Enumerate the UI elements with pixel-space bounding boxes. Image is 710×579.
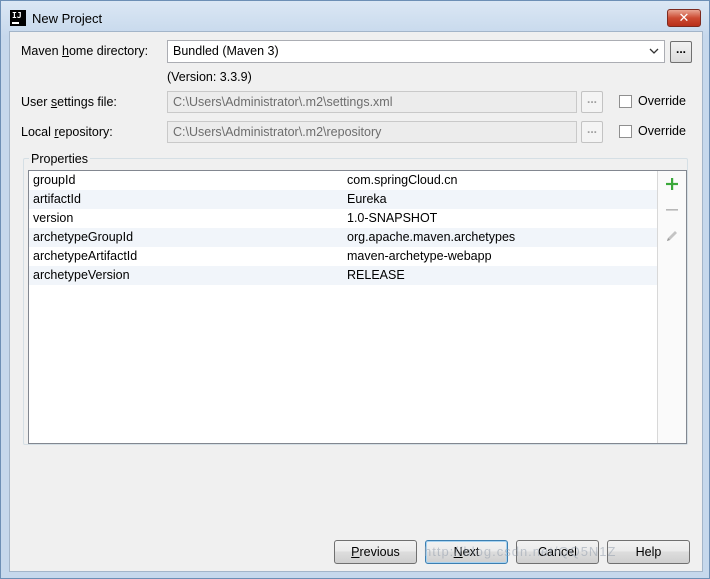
user-settings-browse-button[interactable]: ... (581, 91, 603, 113)
property-key: archetypeVersion (33, 268, 130, 282)
minus-icon[interactable] (664, 202, 680, 218)
property-value: org.apache.maven.archetypes (347, 230, 516, 244)
table-row[interactable]: archetypeArtifactId maven-archetype-weba… (29, 247, 657, 266)
watermark: http://blog.csdn.net/QQ5N1Z (424, 544, 617, 559)
previous-button[interactable]: Previous (334, 540, 417, 564)
property-key: archetypeGroupId (33, 230, 134, 244)
user-settings-override-label[interactable]: Override (638, 94, 686, 108)
user-settings-value: C:\Users\Administrator\.m2\settings.xml (173, 95, 393, 109)
property-key: groupId (33, 173, 76, 187)
user-settings-override-checkbox[interactable] (619, 95, 632, 108)
maven-version-note: (Version: 3.3.9) (167, 70, 252, 84)
table-row[interactable]: archetypeGroupId org.apache.maven.archet… (29, 228, 657, 247)
maven-home-value: Bundled (Maven 3) (173, 44, 279, 58)
properties-rows: groupId com.springCloud.cn artifactId Eu… (29, 171, 657, 285)
property-value: com.springCloud.cn (347, 173, 458, 187)
close-button[interactable]: ✕ (667, 9, 701, 27)
new-project-window: IJ New Project ✕ Maven home directory: B… (0, 0, 710, 579)
local-repository-label: Local repository: (21, 125, 113, 139)
local-repository-field[interactable]: C:\Users\Administrator\.m2\repository (167, 121, 577, 143)
plus-icon[interactable] (664, 176, 680, 192)
table-row[interactable]: version 1.0-SNAPSHOT (29, 209, 657, 228)
property-key: archetypeArtifactId (33, 249, 138, 263)
property-key: version (33, 211, 74, 225)
maven-home-combo[interactable]: Bundled (Maven 3) (167, 40, 665, 63)
table-row[interactable]: groupId com.springCloud.cn (29, 171, 657, 190)
dialog-content: Maven home directory: Bundled (Maven 3) … (9, 31, 703, 572)
local-repository-value: C:\Users\Administrator\.m2\repository (173, 125, 382, 139)
user-settings-field[interactable]: C:\Users\Administrator\.m2\settings.xml (167, 91, 577, 113)
pencil-icon[interactable] (664, 228, 680, 244)
chevron-down-icon[interactable] (647, 44, 661, 58)
property-key: artifactId (33, 192, 81, 206)
table-row[interactable]: artifactId Eureka (29, 190, 657, 209)
properties-table[interactable]: groupId com.springCloud.cn artifactId Eu… (28, 170, 687, 444)
local-repository-override-label[interactable]: Override (638, 124, 686, 138)
property-value: 1.0-SNAPSHOT (347, 211, 438, 225)
property-value: RELEASE (347, 268, 405, 282)
window-title: New Project (32, 11, 103, 26)
property-value: Eureka (347, 192, 387, 206)
user-settings-label: User settings file: (21, 95, 117, 109)
property-value: maven-archetype-webapp (347, 249, 492, 263)
maven-home-browse-button[interactable]: ... (670, 41, 692, 63)
local-repository-override-checkbox[interactable] (619, 125, 632, 138)
close-icon: ✕ (678, 10, 690, 25)
maven-home-label: Maven home directory: (21, 44, 149, 58)
table-row[interactable]: archetypeVersion RELEASE (29, 266, 657, 285)
intellij-app-icon: IJ (10, 10, 26, 26)
local-repository-browse-button[interactable]: ... (581, 121, 603, 143)
properties-group-title: Properties (29, 152, 90, 166)
properties-toolbar (657, 171, 686, 443)
